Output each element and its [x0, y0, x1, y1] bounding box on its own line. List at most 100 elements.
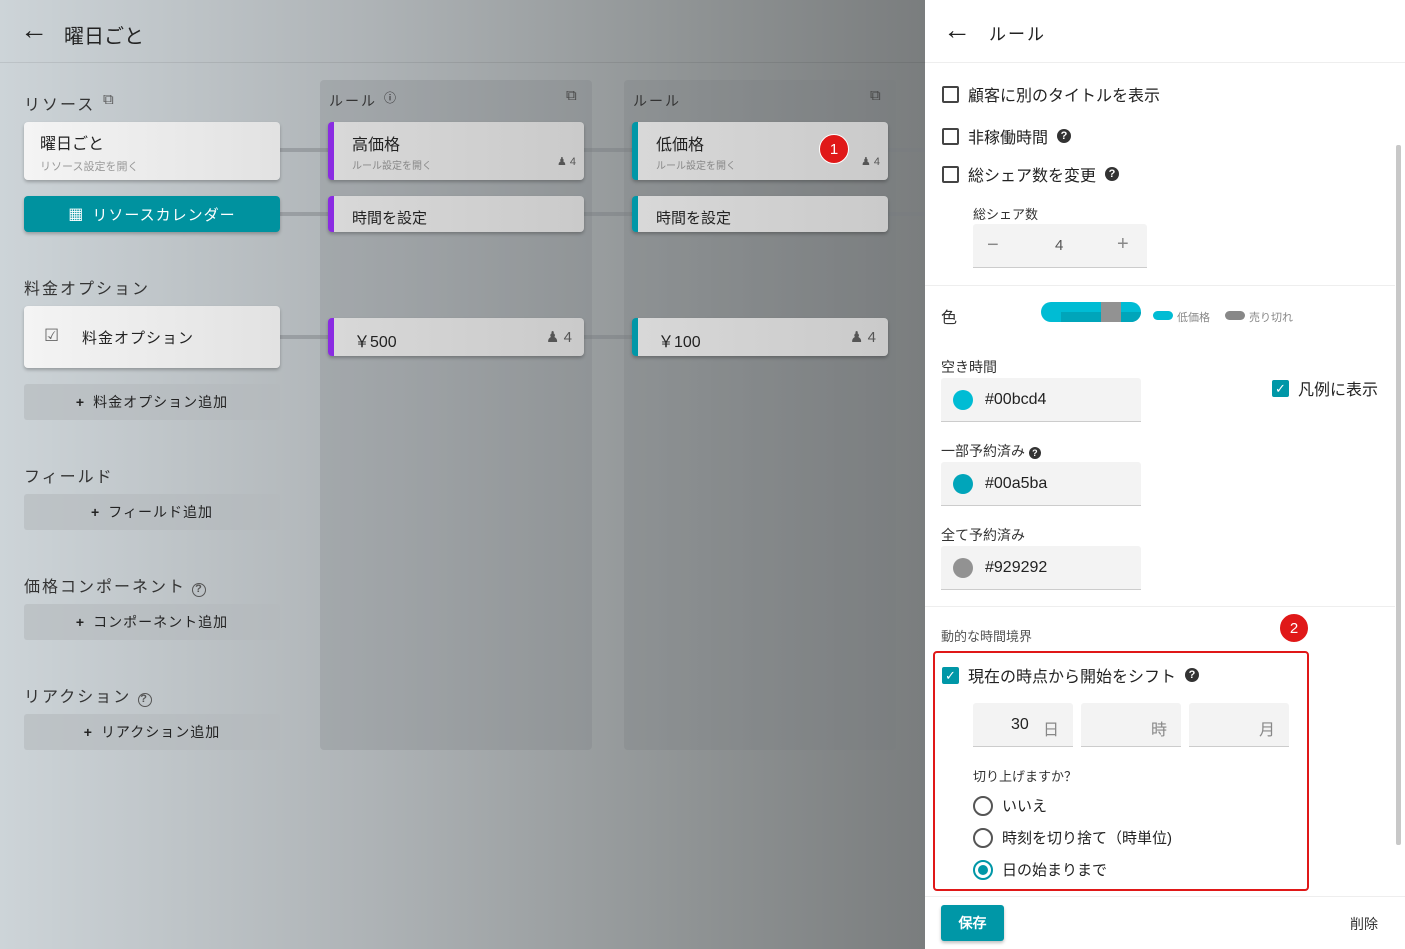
rule-settings-link[interactable]: ルール設定を開く	[656, 157, 736, 172]
legend-label: 売り切れ	[1249, 312, 1293, 324]
radio-label: 時刻を切り捨て（時単位)	[1002, 830, 1172, 847]
show-legend-checkbox[interactable]: ✓ 凡例に表示	[1272, 376, 1378, 400]
checkbox[interactable]: ✓	[942, 666, 959, 684]
checkbox[interactable]	[942, 85, 959, 103]
available-label: 空き時間	[941, 359, 997, 375]
rule-column-heading: ルール	[633, 93, 681, 109]
help-icon[interactable]: ?	[1028, 447, 1041, 459]
back-arrow-icon[interactable]: ←	[20, 14, 48, 46]
set-time-label: 時間を設定	[352, 210, 428, 227]
partial-color-field[interactable]: #00a5ba	[941, 462, 1141, 506]
help-icon[interactable]: ?	[1185, 668, 1200, 682]
pricing-heading: 料金オプション	[24, 281, 151, 298]
radio-label: 日の始まりまで	[1002, 862, 1108, 879]
rule-card[interactable]: 高価格 ルール設定を開く ♟ 4	[328, 122, 584, 180]
resource-calendar-button[interactable]: ▦ リソースカレンダー	[24, 196, 280, 232]
resources-heading: リソース	[24, 97, 96, 114]
price-value: ￥500	[354, 334, 397, 351]
dynamic-boundary-label: 動的な時間境界	[941, 629, 1033, 644]
rule-name: 低価格	[656, 137, 705, 154]
change-shares-checkbox[interactable]: 総シェア数を変更?	[942, 162, 1120, 186]
plus-icon[interactable]: +	[1117, 233, 1129, 256]
help-icon[interactable]: ?	[1105, 167, 1120, 181]
days-unit: 日	[1042, 722, 1059, 739]
capacity-count: 4	[873, 156, 880, 168]
shares-label: 総シェア数	[973, 207, 1039, 222]
panel-header: ← ルール	[925, 0, 1405, 63]
checkbox[interactable]	[942, 127, 959, 145]
save-button[interactable]: 保存	[941, 905, 1004, 941]
add-pricing-option-button[interactable]: + 料金オプション追加	[24, 384, 280, 420]
help-icon[interactable]: ?	[1057, 129, 1072, 143]
full-label: 全て予約済み	[941, 527, 1025, 543]
person-icon: ♟	[850, 329, 864, 346]
add-field-button[interactable]: + フィールド追加	[24, 494, 280, 530]
shift-start-checkbox[interactable]: ✓ 現在の時点から開始をシフト?	[942, 663, 1200, 687]
radio-option[interactable]: いいえ	[973, 795, 1047, 816]
rule-settings-panel: ← ルール 顧客に別のタイトルを表示 非稼働時間? 総シェア数を変更? 総シェア…	[925, 0, 1405, 949]
set-time-label: 時間を設定	[656, 210, 732, 227]
help-icon[interactable]: ?	[192, 583, 207, 597]
resource-settings-link[interactable]: リソース設定を開く	[40, 158, 138, 174]
shares-stepper[interactable]: − 4 +	[973, 224, 1147, 268]
radio-button[interactable]	[973, 859, 993, 880]
hours-input[interactable]: 時	[1081, 703, 1181, 747]
shares-value[interactable]: 4	[1055, 237, 1063, 254]
plus-icon: +	[75, 394, 86, 410]
components-heading-text: 価格コンポーネント	[24, 579, 187, 596]
checkbox-icon: ☑	[44, 326, 60, 345]
partial-label: 一部予約済み ?	[941, 441, 1041, 461]
capacity: ♟ 4	[861, 155, 880, 168]
resource-card[interactable]: 曜日ごと リソース設定を開く	[24, 122, 280, 180]
days-input[interactable]: 30 日	[973, 703, 1073, 747]
help-icon[interactable]: ?	[137, 693, 152, 707]
panel-title: ルール	[989, 25, 1046, 44]
full-color-field[interactable]: #929292	[941, 546, 1141, 590]
copy-icon[interactable]: ⧉	[103, 91, 114, 108]
delete-button[interactable]: 削除	[1350, 914, 1378, 934]
radio-button[interactable]	[973, 795, 993, 816]
pricing-option-card[interactable]: ☑ 料金オプション	[24, 306, 280, 368]
radio-button[interactable]	[973, 827, 993, 848]
rule-column: ルール ⓘ ⧉ 高価格 ルール設定を開く ♟ 4 時間を設定 ￥500 ♟ 4	[320, 80, 592, 750]
checkbox[interactable]	[942, 165, 959, 183]
plus-icon: +	[91, 504, 101, 520]
components-heading: 価格コンポーネント ?	[24, 573, 207, 597]
non-working-checkbox[interactable]: 非稼働時間?	[942, 124, 1072, 148]
color-dot	[953, 389, 973, 410]
copy-icon[interactable]: ⧉	[566, 87, 577, 104]
color-label: 色	[941, 310, 958, 327]
legend-label: 低価格	[1177, 312, 1210, 324]
color-dot	[953, 557, 973, 578]
set-time-button[interactable]: 時間を設定	[632, 196, 888, 232]
add-component-button[interactable]: + コンポーネント追加	[24, 604, 280, 640]
capacity-count: 4	[563, 329, 572, 346]
help-icon[interactable]: ⓘ	[384, 89, 396, 106]
show-alt-title-checkbox[interactable]: 顧客に別のタイトルを表示	[942, 82, 1160, 106]
set-time-button[interactable]: 時間を設定	[328, 196, 584, 232]
add-field-label: フィールド追加	[108, 504, 213, 520]
color-dot	[953, 473, 973, 494]
minus-icon[interactable]: −	[987, 234, 999, 257]
rule-card[interactable]: 低価格 ルール設定を開く ♟ 4	[632, 122, 888, 180]
add-reaction-button[interactable]: + リアクション追加	[24, 714, 280, 750]
months-input[interactable]: 月	[1189, 703, 1289, 747]
color-preview	[1041, 302, 1141, 322]
checkbox-label: 現在の時点から開始をシフト	[968, 669, 1177, 686]
annotation-badge: 2	[1279, 613, 1309, 643]
scrollbar[interactable]	[1396, 145, 1401, 845]
color-value: #929292	[985, 558, 1048, 576]
add-component-label: コンポーネント追加	[93, 614, 229, 630]
price-card[interactable]: ￥500 ♟ 4	[328, 318, 584, 356]
price-card[interactable]: ￥100 ♟ 4	[632, 318, 888, 356]
checkbox[interactable]: ✓	[1272, 379, 1289, 397]
color-value: #00bcd4	[985, 390, 1047, 408]
copy-icon[interactable]: ⧉	[870, 87, 881, 104]
fields-heading: フィールド	[24, 469, 114, 486]
back-arrow-icon[interactable]: ←	[943, 14, 971, 46]
radio-option[interactable]: 時刻を切り捨て（時単位)	[973, 827, 1172, 848]
radio-option[interactable]: 日の始まりまで	[973, 859, 1107, 880]
available-color-field[interactable]: #00bcd4	[941, 378, 1141, 422]
rule-settings-link[interactable]: ルール設定を開く	[352, 157, 432, 172]
plus-icon: +	[75, 614, 86, 630]
